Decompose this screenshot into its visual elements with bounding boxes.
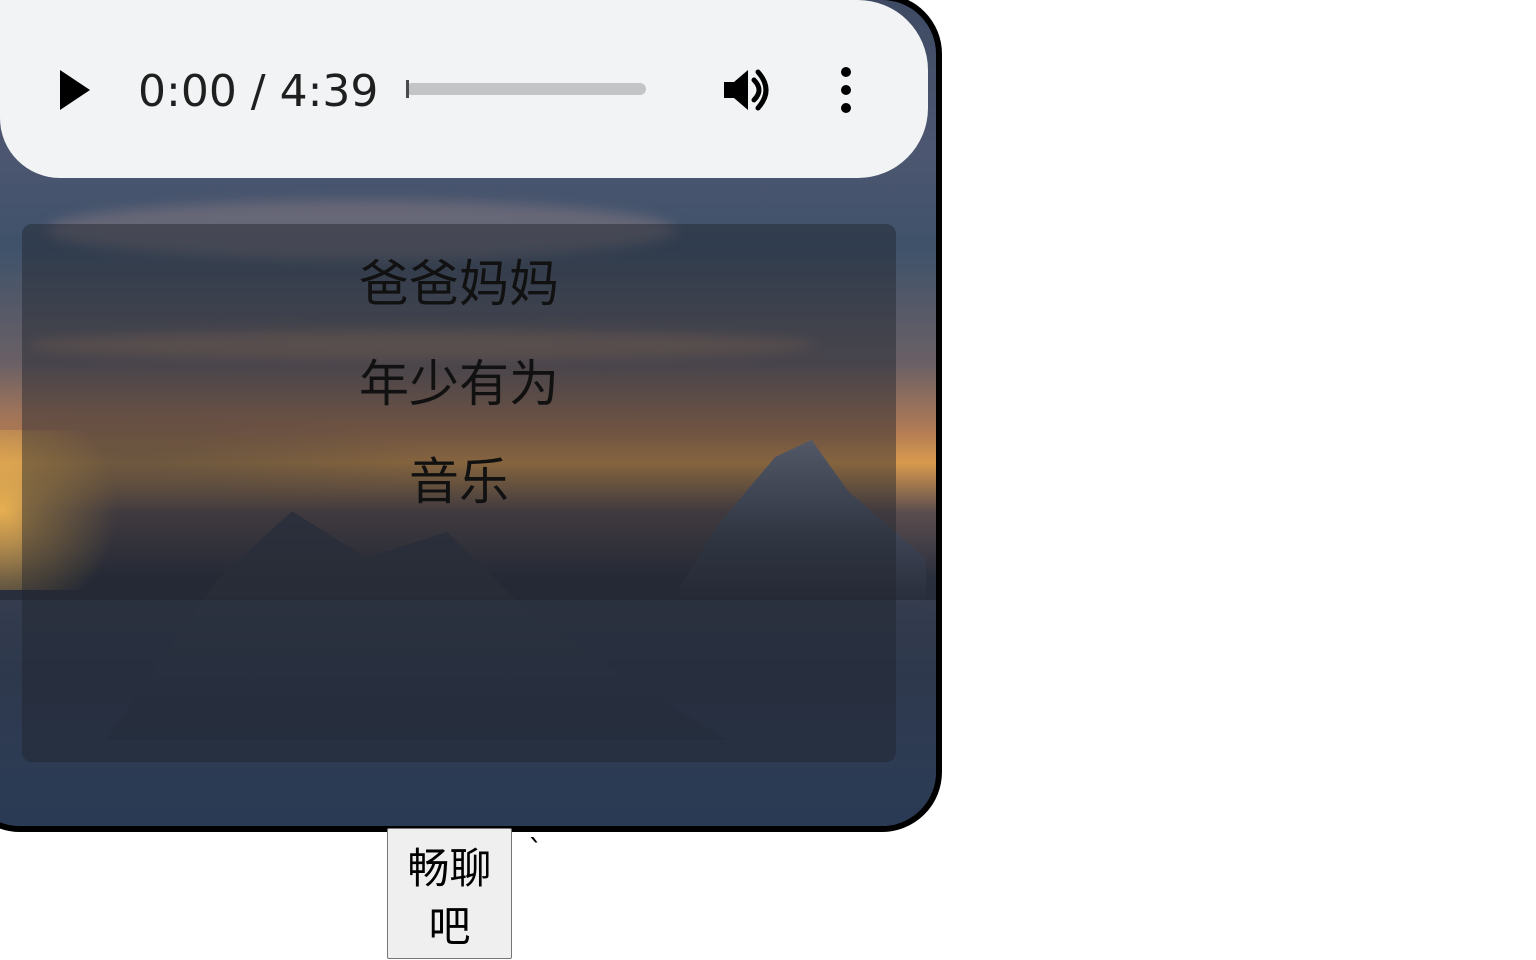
nav-item-music[interactable]: 音乐 xyxy=(22,442,896,514)
progress-thumb[interactable] xyxy=(406,80,409,98)
nav-item-parents[interactable]: 爸爸妈妈 xyxy=(22,244,896,316)
volume-icon[interactable] xyxy=(722,64,774,116)
audio-player: 0:00 / 4:39 xyxy=(0,0,928,178)
time-display: 0:00 / 4:39 xyxy=(138,66,379,117)
progress-slider[interactable] xyxy=(406,83,646,95)
more-vertical-icon[interactable] xyxy=(836,66,856,114)
chat-button[interactable]: 畅聊吧 xyxy=(387,828,512,959)
stray-text: ` xyxy=(528,834,543,869)
menu-panel: 爸爸妈妈 年少有为 音乐 xyxy=(22,224,896,762)
nav-item-young-achiever[interactable]: 年少有为 xyxy=(22,344,896,416)
page: 0:00 / 4:39 爸爸妈妈 年少有为 音乐 畅聊吧 ` xyxy=(0,0,1536,960)
play-icon[interactable] xyxy=(60,70,90,110)
